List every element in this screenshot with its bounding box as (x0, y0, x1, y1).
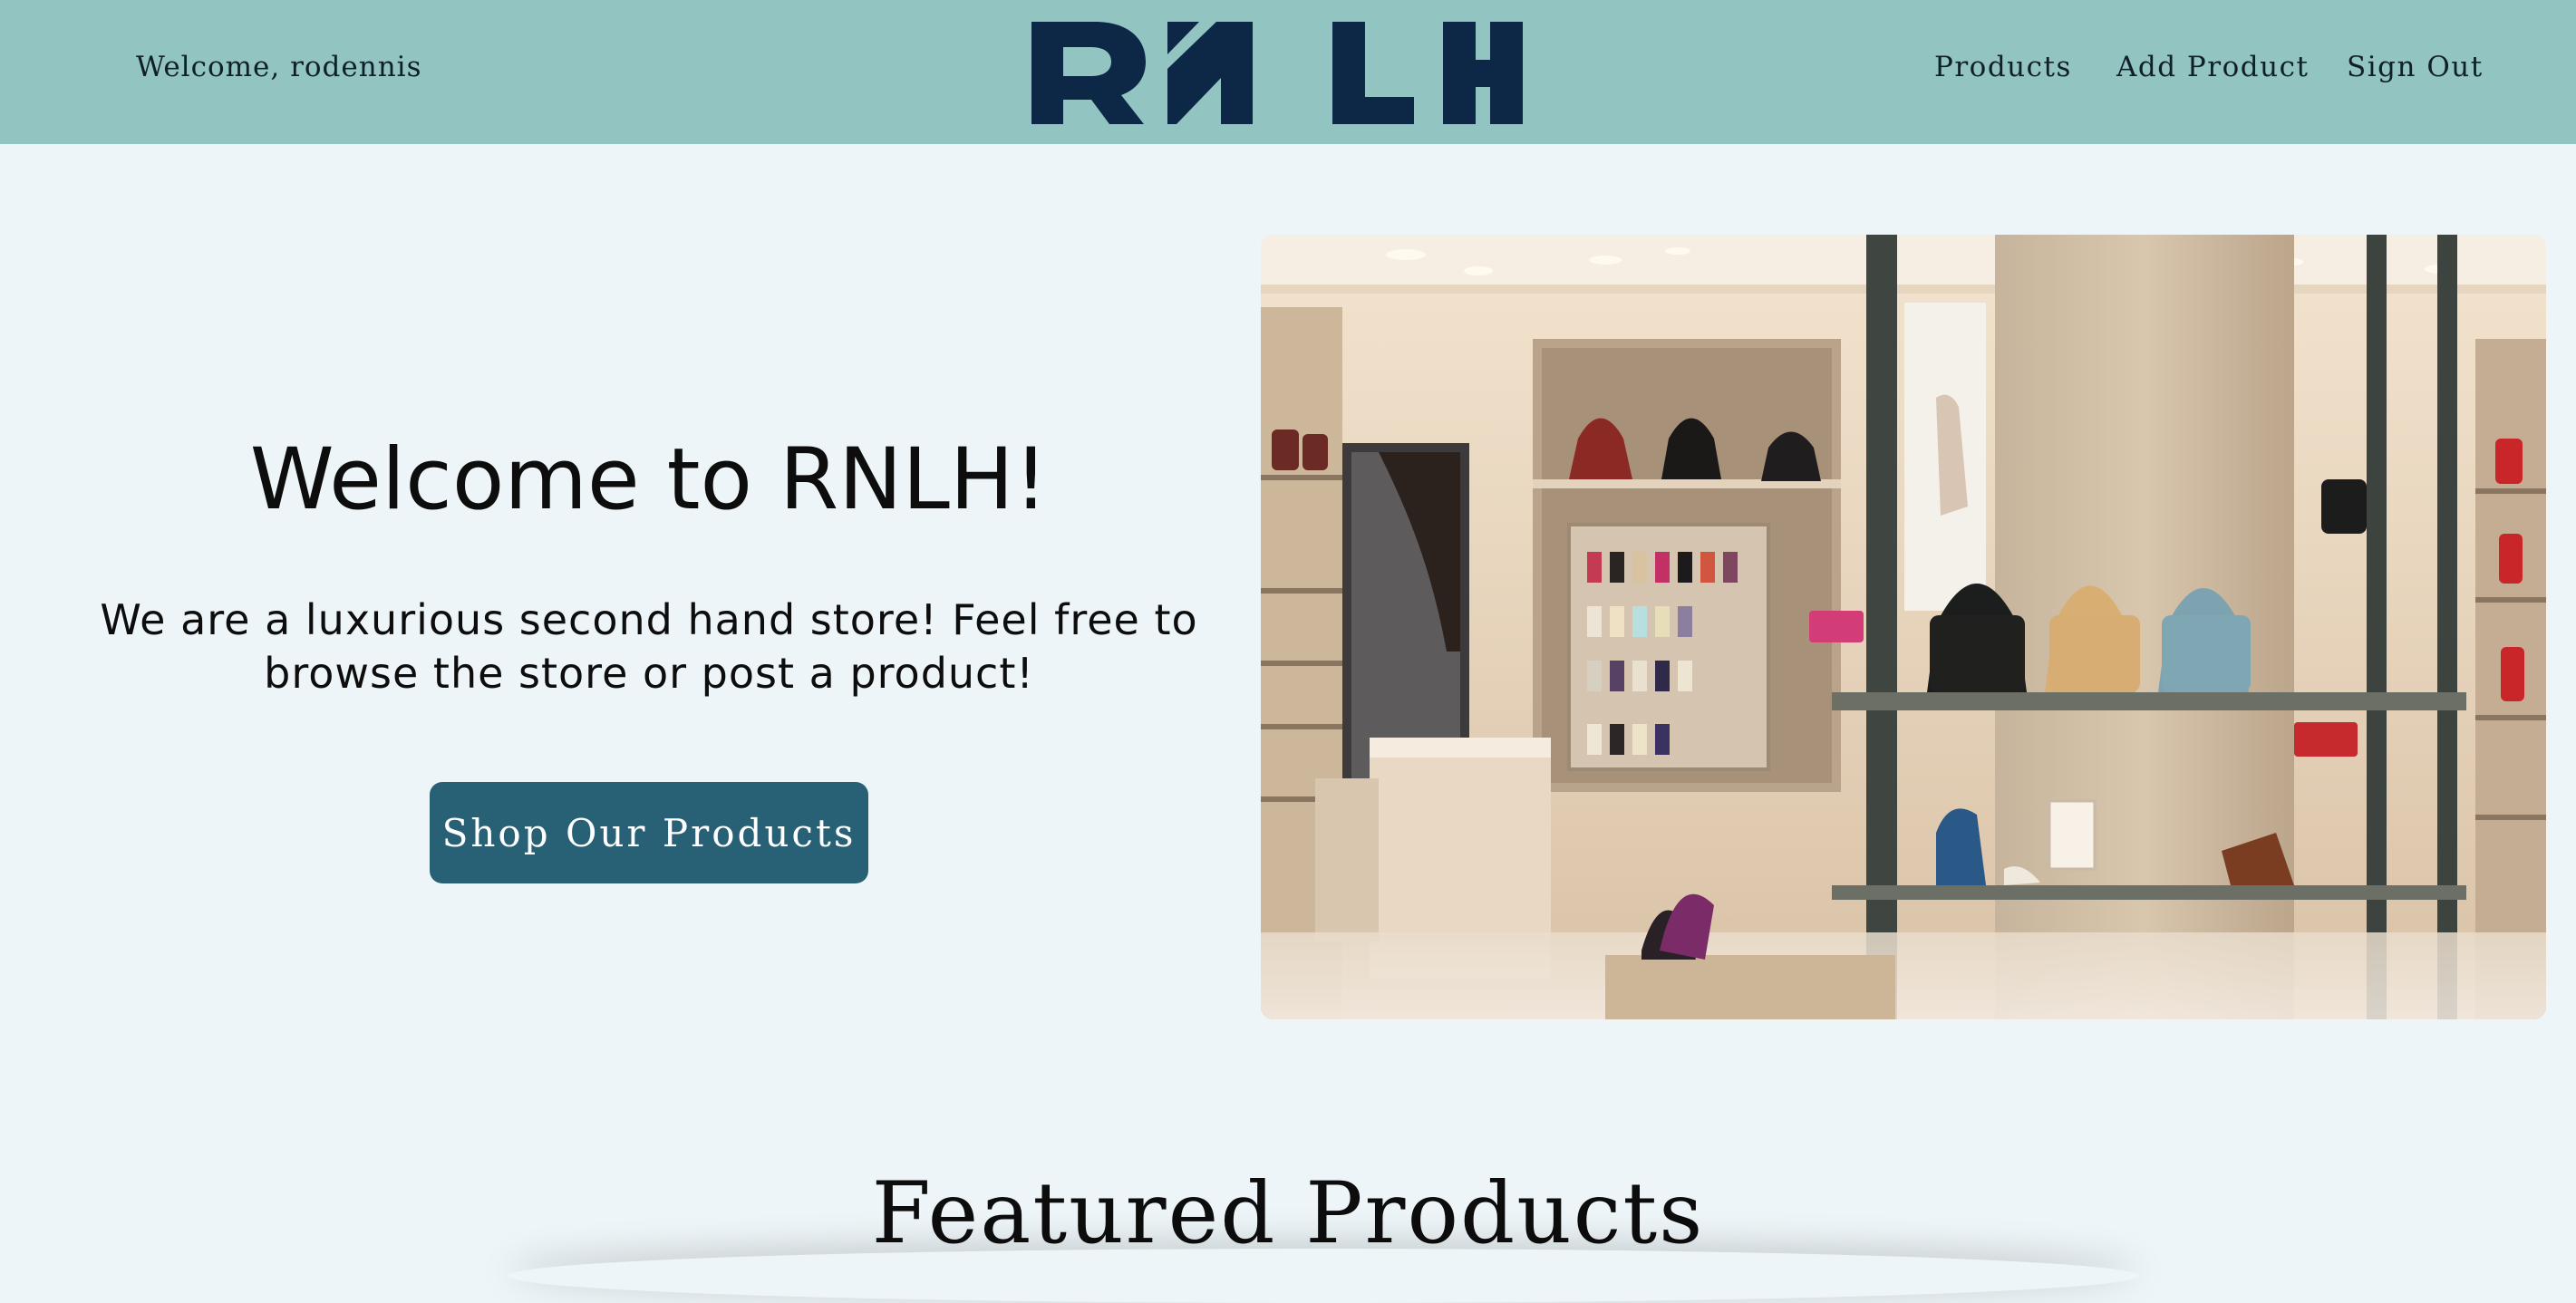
hero-subtitle-line2: browse the store or post a product! (264, 649, 1034, 698)
hero-subtitle: We are a luxurious second hand store! Fe… (73, 594, 1225, 700)
nav-add-product-link[interactable]: Add Product (2116, 51, 2309, 83)
featured-card-shadow (508, 1249, 2139, 1303)
nav-sign-out-link[interactable]: Sign Out (2347, 51, 2484, 83)
nav-products-link[interactable]: Products (1934, 51, 2072, 83)
rnlh-logo[interactable] (1031, 22, 1523, 124)
welcome-user-text: Welcome, rodennis (136, 51, 422, 83)
hero-subtitle-line1: We are a luxurious second hand store! Fe… (100, 595, 1198, 644)
rnlh-logo-graphic (1031, 22, 1523, 124)
store-interior-photo (1261, 235, 2546, 1019)
shop-products-button[interactable]: Shop Our Products (430, 782, 868, 883)
hero-title: Welcome to RNLH! (249, 430, 1049, 529)
site-header: Welcome, rodennis Products Add Product S… (0, 0, 2576, 144)
